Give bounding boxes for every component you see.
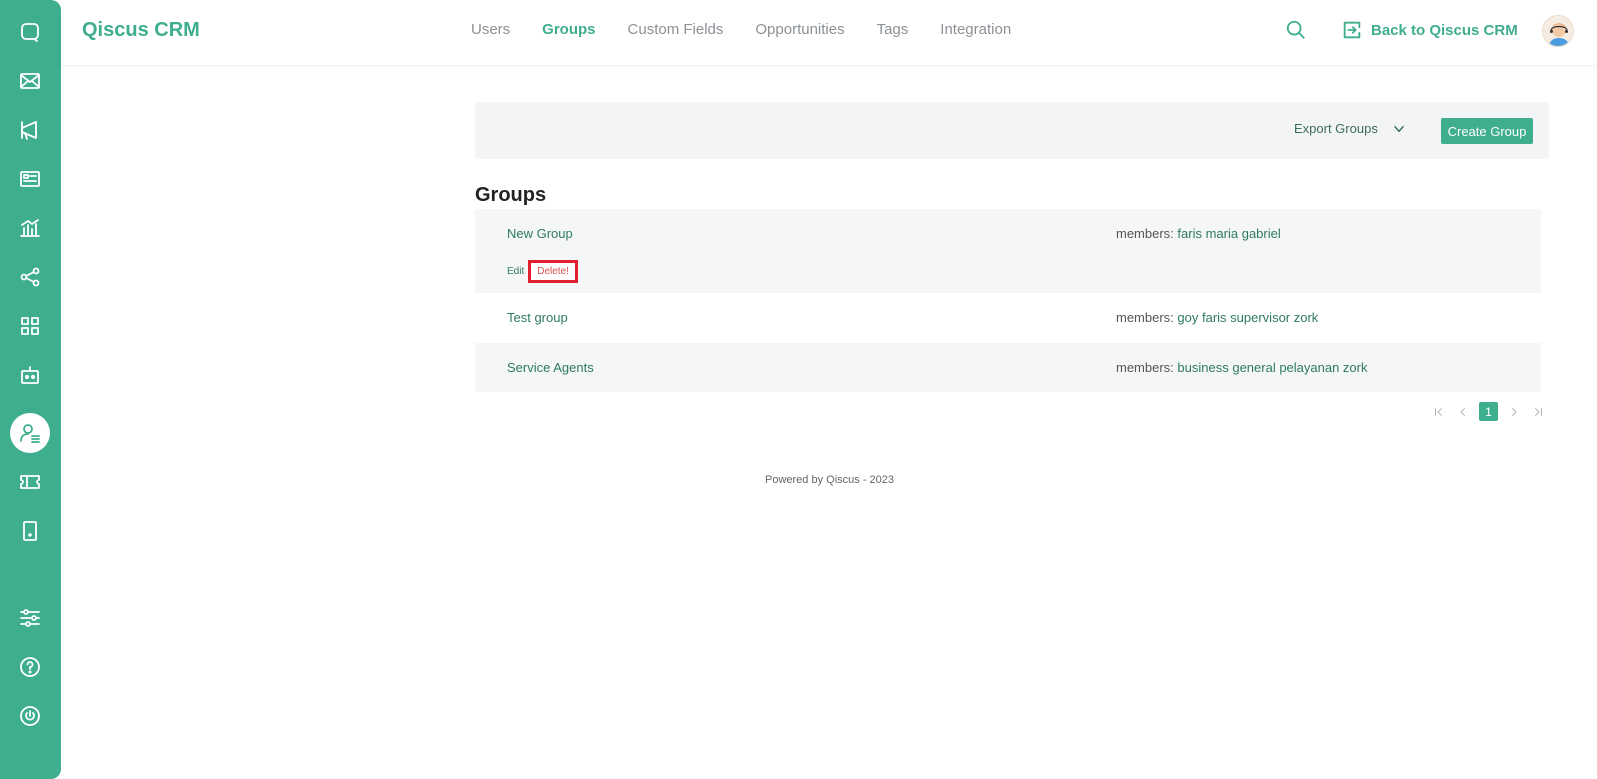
mobile-icon[interactable] bbox=[12, 513, 48, 549]
back-to-crm-link[interactable]: Back to Qiscus CRM bbox=[1341, 19, 1518, 41]
list-item: New Group members: faris maria gabriel E… bbox=[475, 209, 1541, 293]
members-list: business general pelayanan zork bbox=[1177, 360, 1368, 375]
contact-card-icon[interactable] bbox=[12, 161, 48, 197]
group-members: members: business general pelayanan zork bbox=[1116, 360, 1368, 375]
back-link-label: Back to Qiscus CRM bbox=[1371, 21, 1518, 39]
brand-logo[interactable]: Qiscus CRM bbox=[82, 19, 200, 42]
groups-toolbar: Export Groups Create Group bbox=[475, 102, 1549, 159]
chat-icon[interactable] bbox=[12, 14, 48, 50]
nav-opportunities[interactable]: Opportunities bbox=[755, 21, 844, 38]
chevron-down-icon bbox=[1394, 125, 1404, 132]
megaphone-icon[interactable] bbox=[12, 112, 48, 148]
page-number-current[interactable]: 1 bbox=[1479, 402, 1498, 421]
help-icon[interactable] bbox=[12, 649, 48, 685]
ticket-icon[interactable] bbox=[12, 464, 48, 500]
nav-tags[interactable]: Tags bbox=[877, 21, 909, 38]
members-list: goy faris supervisor zork bbox=[1177, 310, 1319, 325]
exit-icon bbox=[1343, 21, 1361, 39]
delete-group-button[interactable]: Delete! bbox=[528, 260, 578, 283]
group-members: members: goy faris supervisor zork bbox=[1116, 310, 1318, 325]
main-nav: Users Groups Custom Fields Opportunities… bbox=[471, 21, 1043, 38]
first-page-icon[interactable] bbox=[1431, 403, 1447, 421]
share-nodes-icon[interactable] bbox=[12, 259, 48, 295]
mail-icon[interactable] bbox=[12, 63, 48, 99]
apps-grid-icon[interactable] bbox=[12, 308, 48, 344]
list-item: Service Agents members: business general… bbox=[475, 343, 1541, 392]
analytics-icon[interactable] bbox=[12, 210, 48, 246]
prev-page-icon[interactable] bbox=[1455, 403, 1471, 421]
footer-text: Powered by Qiscus - 2023 bbox=[765, 474, 895, 486]
last-page-icon[interactable] bbox=[1530, 403, 1546, 421]
next-page-icon[interactable] bbox=[1506, 403, 1522, 421]
top-header: Qiscus CRM Users Groups Custom Fields Op… bbox=[61, 0, 1597, 66]
power-icon[interactable] bbox=[12, 698, 48, 734]
group-name-link[interactable]: Service Agents bbox=[507, 360, 594, 375]
sidebar bbox=[0, 0, 61, 779]
settings-sliders-icon[interactable] bbox=[12, 600, 48, 636]
agent-management-icon[interactable] bbox=[10, 413, 50, 453]
page-title: Groups bbox=[475, 184, 547, 206]
group-name-link[interactable]: New Group bbox=[507, 226, 573, 241]
edit-group-link[interactable]: Edit bbox=[507, 266, 524, 277]
members-label: members: bbox=[1116, 360, 1174, 375]
list-item: Test group members: goy faris supervisor… bbox=[475, 293, 1541, 343]
create-group-button[interactable]: Create Group bbox=[1441, 118, 1533, 144]
nav-groups[interactable]: Groups bbox=[542, 21, 595, 38]
nav-custom-fields[interactable]: Custom Fields bbox=[628, 21, 724, 38]
groups-list: New Group members: faris maria gabriel E… bbox=[475, 209, 1541, 392]
avatar[interactable] bbox=[1542, 15, 1574, 47]
export-groups-label: Export Groups bbox=[1294, 121, 1378, 136]
pagination: 1 bbox=[1431, 402, 1546, 421]
export-groups-dropdown[interactable]: Export Groups bbox=[1294, 121, 1406, 136]
group-members: members: faris maria gabriel bbox=[1116, 226, 1281, 241]
row-actions: Edit Delete! bbox=[507, 260, 578, 283]
members-label: members: bbox=[1116, 310, 1174, 325]
search-icon[interactable] bbox=[1285, 19, 1311, 45]
nav-integration[interactable]: Integration bbox=[940, 21, 1011, 38]
members-list: faris maria gabriel bbox=[1177, 226, 1281, 241]
members-label: members: bbox=[1116, 226, 1174, 241]
nav-users[interactable]: Users bbox=[471, 21, 510, 38]
group-name-link[interactable]: Test group bbox=[507, 310, 568, 325]
bot-icon[interactable] bbox=[12, 357, 48, 393]
